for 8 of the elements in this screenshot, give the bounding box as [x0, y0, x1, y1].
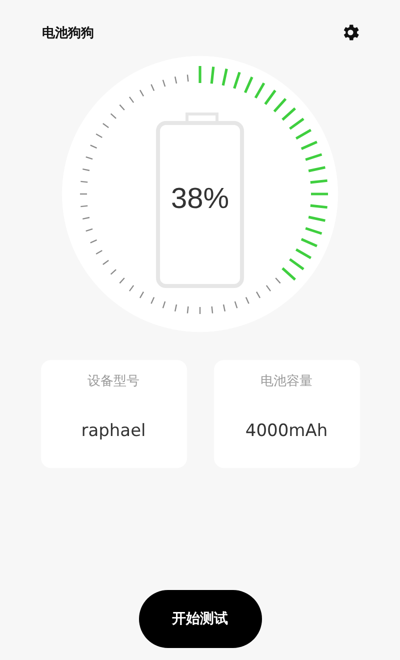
app-title: 电池狗狗 [42, 24, 94, 42]
battery-icon [156, 112, 244, 288]
battery-percent: 38% [170, 183, 230, 216]
card-value: 4000mAh [245, 421, 328, 441]
start-button[interactable]: 开始测试 [138, 590, 262, 648]
card-label: 电池容量 [260, 373, 312, 390]
card-value: raphael [81, 421, 146, 441]
card-label: 设备型号 [88, 373, 140, 390]
